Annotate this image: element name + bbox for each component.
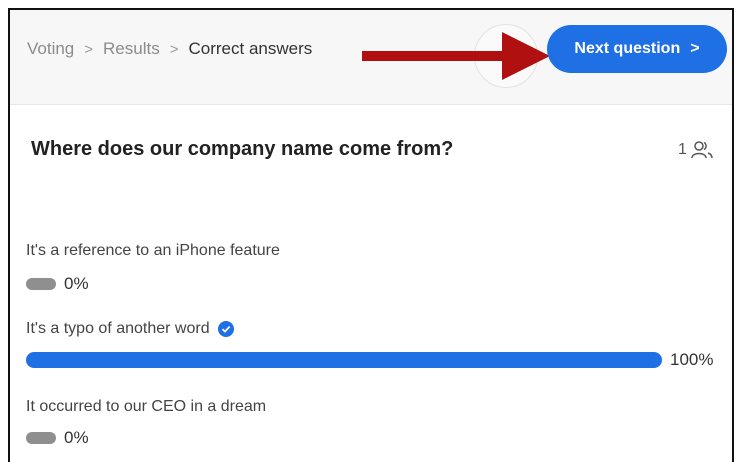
participant-count: 1	[678, 140, 713, 160]
result-bar-full	[26, 352, 662, 368]
breadcrumb-voting[interactable]: Voting	[27, 39, 74, 59]
option-text: It's a reference to an iPhone feature	[26, 242, 280, 259]
check-circle-icon	[217, 321, 234, 337]
next-question-label: Next question	[574, 40, 681, 57]
participant-count-value: 1	[678, 141, 687, 158]
result-percent: 100%	[670, 350, 714, 369]
breadcrumb-correct-answers: Correct answers	[188, 39, 313, 58]
option-label: It's a reference to an iPhone feature	[26, 242, 280, 260]
people-icon	[691, 141, 713, 159]
result-bar-empty	[26, 432, 56, 444]
breadcrumb: Voting > Results > Correct answers	[27, 39, 312, 59]
red-arrow-icon	[362, 32, 550, 80]
result-bar-empty	[26, 278, 56, 290]
result-percent: 0%	[64, 274, 89, 293]
question-title: Where does our company name come from?	[31, 138, 454, 160]
option-text: It's a typo of another word	[26, 320, 210, 337]
option-text: It occurred to our CEO in a dream	[26, 398, 267, 415]
option-label: It occurred to our CEO in a dream	[26, 398, 266, 416]
chevron-right-icon: >	[690, 40, 700, 57]
result-percent: 0%	[64, 428, 89, 447]
result-bar-row: 0%	[26, 274, 89, 294]
app-frame: Voting > Results > Correct answers Next …	[8, 8, 734, 462]
breadcrumb-separator: >	[84, 40, 94, 58]
top-bar: Voting > Results > Correct answers Next …	[10, 10, 732, 105]
next-question-button[interactable]: Next question >	[547, 25, 727, 73]
breadcrumb-results[interactable]: Results	[103, 39, 160, 59]
option-label: It's a typo of another word	[26, 320, 234, 338]
breadcrumb-separator: >	[169, 40, 179, 58]
result-bar-row: 100%	[26, 350, 713, 370]
result-bar-row: 0%	[26, 428, 89, 448]
